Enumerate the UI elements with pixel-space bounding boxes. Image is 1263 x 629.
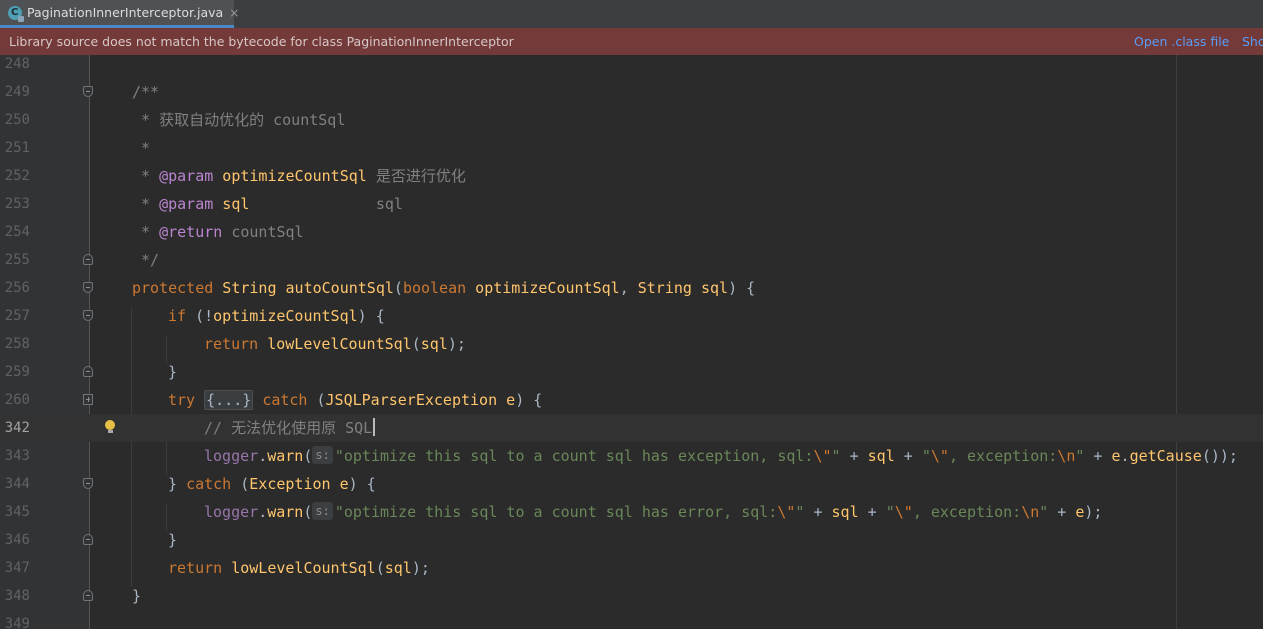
open-class-file-link[interactable]: Open .class file: [1134, 34, 1229, 49]
code-line: 260 try {...} catch (JSQLParserException…: [0, 386, 1263, 414]
code-editor[interactable]: 248 249 /** 250 * 获取自动优化的 countSql 251 *…: [0, 55, 1263, 629]
line-number: 343: [4, 448, 30, 464]
code-line: 252 * @param optimizeCountSql 是否进行优化: [0, 162, 1263, 190]
javadoc-tag: @return: [159, 223, 223, 241]
fold-icon[interactable]: [83, 310, 93, 321]
parameter-hint: s:: [312, 502, 333, 520]
editor-tab-bar: C PaginationInnerInterceptor.java ×: [0, 0, 1263, 29]
line-number: 258: [4, 336, 30, 352]
line-number: 347: [4, 560, 30, 576]
code-line: 253 * @param sql sql: [0, 190, 1263, 218]
javadoc-param-name: sql: [213, 195, 250, 213]
fold-icon[interactable]: [83, 366, 93, 377]
code-line: 345 logger.warn(s: "optimize this sql to …: [0, 498, 1263, 526]
code-line: 257 if (!optimizeCountSql) {: [0, 302, 1263, 330]
line-number: 249: [4, 84, 30, 100]
code-line: 249 /**: [0, 78, 1263, 106]
code-line: 259 }: [0, 358, 1263, 386]
javadoc-text: 获取自动优化的 countSql: [159, 111, 346, 129]
code-line: 348 }: [0, 582, 1263, 610]
line-comment: // 无法优化使用原 SQL: [204, 419, 373, 437]
fold-icon[interactable]: [83, 534, 93, 545]
intention-bulb-icon[interactable]: [104, 420, 116, 436]
line-number: 348: [4, 588, 30, 604]
line-number: 255: [4, 252, 30, 268]
java-class-icon: C: [8, 5, 24, 22]
line-number: 259: [4, 364, 30, 380]
code-line: 256 protected String autoCountSql(boolea…: [0, 274, 1263, 302]
line-number: 251: [4, 140, 30, 156]
line-number: 257: [4, 308, 30, 324]
show-link[interactable]: Sho: [1242, 34, 1263, 49]
code-line: 250 * 获取自动优化的 countSql: [0, 106, 1263, 134]
line-number: 252: [4, 168, 30, 184]
parameter-hint: s:: [312, 446, 333, 464]
code-line: 343 logger.warn(s: "optimize this sql to …: [0, 442, 1263, 470]
fold-icon[interactable]: [83, 86, 93, 97]
code-line: 344 } catch (Exception e) {: [0, 470, 1263, 498]
line-number: 342: [4, 420, 30, 436]
line-number: 346: [4, 532, 30, 548]
code-line: 254 * @return countSql: [0, 218, 1263, 246]
code-line: 347 return lowLevelCountSql(sql);: [0, 554, 1263, 582]
close-icon[interactable]: ×: [229, 6, 239, 20]
javadoc-param-name: optimizeCountSql: [213, 167, 367, 185]
code-line-current: 342 // 无法优化使用原 SQL: [0, 414, 1263, 442]
javadoc-tag: @param: [159, 167, 214, 185]
line-number: 250: [4, 112, 30, 128]
javadoc-tag: @param: [159, 195, 214, 213]
fold-icon[interactable]: [83, 478, 93, 489]
method-name: autoCountSql: [285, 279, 394, 297]
line-number: 349: [4, 616, 30, 629]
code-line: 349: [0, 610, 1263, 629]
tab-pagination-inner-interceptor[interactable]: C PaginationInnerInterceptor.java ×: [0, 0, 239, 28]
code-line: 251 *: [0, 134, 1263, 162]
bytecode-mismatch-banner: Library source does not match the byteco…: [0, 28, 1263, 55]
fold-icon[interactable]: [83, 282, 93, 293]
line-number: 254: [4, 224, 30, 240]
banner-message: Library source does not match the byteco…: [9, 34, 514, 49]
line-number: 253: [4, 196, 30, 212]
code-line: 258 return lowLevelCountSql(sql);: [0, 330, 1263, 358]
fold-icon[interactable]: [83, 254, 93, 265]
text-caret: [373, 418, 376, 436]
line-number: 256: [4, 280, 30, 296]
line-number: 248: [4, 56, 30, 72]
folded-code-placeholder[interactable]: {...}: [204, 390, 254, 410]
fold-icon[interactable]: [83, 394, 93, 405]
javadoc-open: /**: [132, 83, 160, 101]
line-number: 345: [4, 504, 30, 520]
line-number: 260: [4, 392, 30, 408]
code-line: 255 */: [0, 246, 1263, 274]
code-line: 248: [0, 55, 1263, 78]
fold-icon[interactable]: [83, 590, 93, 601]
tab-title: PaginationInnerInterceptor.java: [27, 5, 224, 20]
line-number: 344: [4, 476, 30, 492]
code-line: 346 }: [0, 526, 1263, 554]
